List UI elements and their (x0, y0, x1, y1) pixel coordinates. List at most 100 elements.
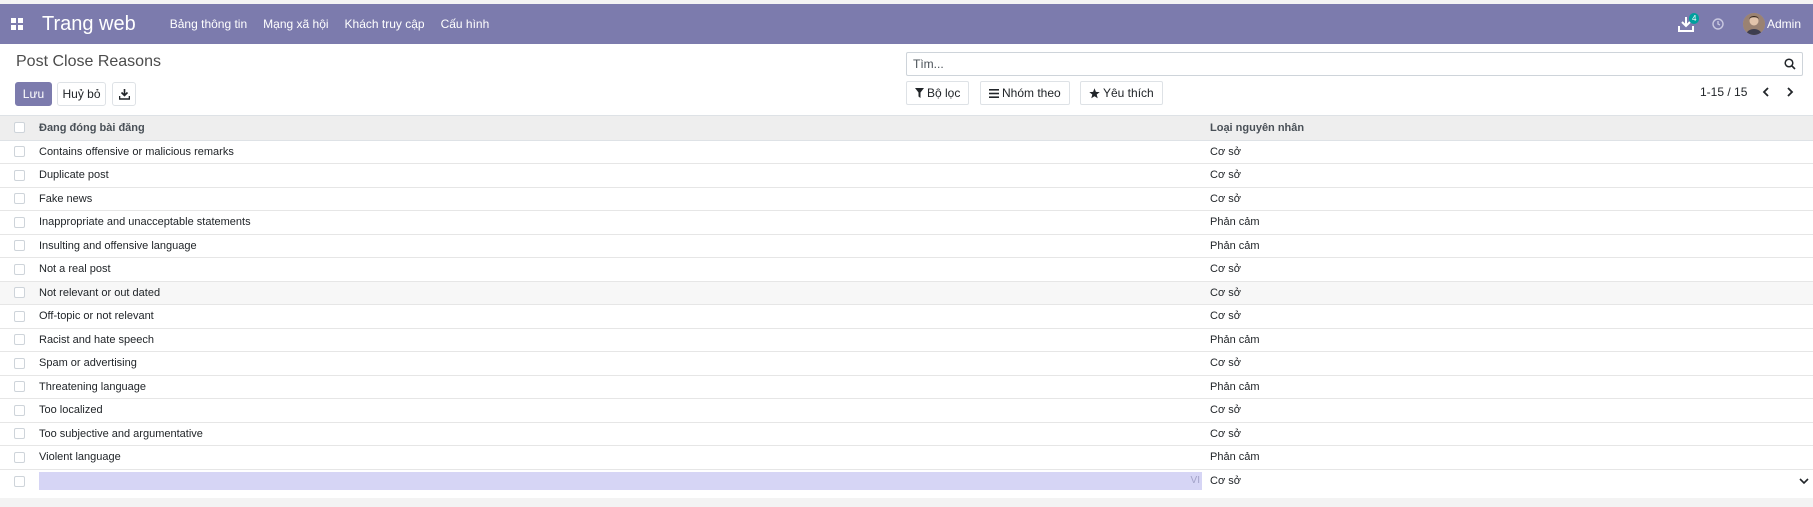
select-all-checkbox[interactable] (14, 122, 25, 134)
save-button[interactable]: Lưu (15, 82, 52, 106)
favorites-button[interactable]: Yêu thích (1080, 81, 1163, 105)
row-checkbox[interactable] (14, 169, 25, 181)
cell-reason-name[interactable]: Fake news (36, 186, 1206, 211)
row-checkbox[interactable] (14, 146, 25, 158)
reason-name-input[interactable]: VI (39, 472, 1202, 490)
user-menu[interactable]: Admin (1742, 13, 1801, 35)
cell-reason-name[interactable]: Violent language (36, 445, 1206, 469)
cell-reason-type[interactable]: Phản cảm (1206, 445, 1813, 469)
table-row[interactable]: Too localized Cơ sở (0, 398, 1813, 422)
discard-button[interactable]: Huỷ bỏ (57, 82, 106, 106)
cell-reason-type[interactable]: Cơ sở (1206, 421, 1813, 446)
table-row[interactable]: Violent language Phản cảm (0, 445, 1813, 469)
row-select-cell (0, 257, 36, 281)
search-input[interactable] (907, 53, 1777, 75)
table-row[interactable]: Racist and hate speech Phản cảm (0, 327, 1813, 352)
cell-reason-type[interactable]: Phản cảm (1206, 327, 1813, 352)
table-row[interactable]: Contains offensive or malicious remarks C… (0, 139, 1813, 164)
pager-next-button[interactable] (1779, 82, 1801, 102)
row-checkbox[interactable] (14, 263, 25, 275)
bottom-band (0, 498, 1813, 507)
row-checkbox[interactable] (14, 240, 25, 252)
main-navbar: Trang web Bảng thông tin Mạng xã hội Khá… (0, 4, 1813, 44)
cell-reason-type[interactable]: Phản cảm (1206, 233, 1813, 258)
cell-reason-name[interactable]: Too localized (36, 398, 1206, 422)
table-row[interactable]: Spam or advertising Cơ sở (0, 351, 1813, 375)
row-checkbox[interactable] (14, 451, 25, 463)
row-checkbox[interactable] (14, 404, 25, 416)
avatar (1742, 13, 1765, 35)
row-checkbox[interactable] (14, 381, 25, 393)
cell-reason-type[interactable]: Cơ sở (1206, 304, 1813, 328)
cell-reason-type[interactable]: Phản cảm (1206, 374, 1813, 399)
group-by-button[interactable]: Nhóm theo (980, 81, 1070, 105)
editable-new-row[interactable]: VI Cơ sở (0, 468, 1813, 493)
cell-reason-name[interactable]: Too subjective and argumentative (36, 421, 1206, 446)
cell-reason-name[interactable]: Inappropriate and unacceptable statement… (36, 210, 1206, 234)
row-checkbox[interactable] (14, 216, 25, 228)
column-header-type[interactable]: Loại nguyên nhân (1206, 116, 1813, 141)
cell-reason-name[interactable]: Contains offensive or malicious remarks (36, 139, 1206, 164)
filter-icon (915, 88, 924, 98)
user-name: Admin (1766, 17, 1801, 31)
table-row[interactable]: Not a real post Cơ sở (0, 257, 1813, 281)
export-button[interactable] (112, 82, 136, 106)
pager-previous-button[interactable] (1755, 82, 1777, 102)
menu-item-visitors[interactable]: Khách truy cập (345, 17, 425, 31)
row-checkbox[interactable] (14, 193, 25, 205)
cell-reason-type[interactable]: Cơ sở (1206, 257, 1813, 281)
cell-reason-type[interactable]: Cơ sở (1206, 163, 1813, 187)
apps-menu-icon[interactable] (0, 4, 34, 44)
reason-type-select-value: Cơ sở (1210, 475, 1241, 487)
cell-reason-type[interactable]: Cơ sở (1206, 398, 1813, 422)
row-select-cell (0, 163, 36, 187)
cell-reason-name[interactable]: Not a real post (36, 257, 1206, 281)
app-brand[interactable]: Trang web (42, 13, 136, 36)
cell-reason-type[interactable]: Cơ sở (1206, 186, 1813, 211)
row-select-cell (0, 139, 36, 164)
row-checkbox[interactable] (14, 310, 25, 322)
cell-reason-type[interactable]: Cơ sở (1206, 351, 1813, 375)
filters-button[interactable]: Bộ lọc (906, 81, 970, 105)
cell-reason-name[interactable]: Duplicate post (36, 163, 1206, 187)
menu-item-dashboard[interactable]: Bảng thông tin (170, 17, 247, 31)
row-select-cell (0, 351, 36, 375)
row-checkbox[interactable] (14, 357, 25, 369)
cell-reason-name[interactable]: Racist and hate speech (36, 327, 1206, 352)
table-row[interactable]: Insulting and offensive language Phản cảm (0, 233, 1813, 258)
column-header-name[interactable]: Đang đóng bài đăng (36, 116, 1206, 141)
cell-reason-name[interactable]: Not relevant or out dated (36, 280, 1206, 305)
language-tag[interactable]: VI (1191, 475, 1200, 486)
reason-type-select[interactable]: Cơ sở (1210, 475, 1809, 487)
menu-item-configuration[interactable]: Cấu hình (441, 17, 490, 31)
table-row[interactable]: Inappropriate and unacceptable statement… (0, 210, 1813, 234)
cell-reason-name[interactable]: Off-topic or not relevant (36, 304, 1206, 328)
activity-clock-icon[interactable] (1703, 4, 1733, 44)
row-checkbox[interactable] (14, 287, 25, 299)
search-icon[interactable] (1784, 58, 1796, 70)
table-row[interactable]: Threatening language Phản cảm (0, 374, 1813, 399)
cell-reason-name[interactable]: Insulting and offensive language (36, 233, 1206, 258)
search-bar (906, 52, 1803, 76)
cell-reason-type[interactable]: Phản cảm (1206, 210, 1813, 234)
table-row[interactable]: Too subjective and argumentative Cơ sở (0, 421, 1813, 446)
table-row[interactable]: Duplicate post Cơ sở (0, 163, 1813, 187)
row-select-cell (0, 468, 36, 493)
chevron-right-icon (1787, 87, 1794, 97)
favorites-label: Yêu thích (1103, 86, 1154, 100)
table-row[interactable]: Fake news Cơ sở (0, 186, 1813, 211)
menu-item-social[interactable]: Mạng xã hội (263, 17, 328, 31)
cell-reason-name[interactable]: Threatening language (36, 374, 1206, 399)
cell-reason-name[interactable]: Spam or advertising (36, 351, 1206, 375)
table-row[interactable]: Off-topic or not relevant Cơ sở (0, 304, 1813, 328)
row-checkbox[interactable] (14, 334, 25, 346)
table-row[interactable]: Not relevant or out dated Cơ sở (0, 280, 1813, 305)
row-checkbox[interactable] (14, 428, 25, 440)
chevron-down-icon (1799, 478, 1809, 485)
pager-value[interactable]: 1-15 / 15 (1700, 85, 1747, 99)
download-icon[interactable]: 4 (1669, 4, 1703, 44)
row-checkbox[interactable] (14, 475, 25, 487)
row-select-cell (0, 210, 36, 234)
cell-reason-type[interactable]: Cơ sở (1206, 139, 1813, 164)
cell-reason-type[interactable]: Cơ sở (1206, 280, 1813, 305)
